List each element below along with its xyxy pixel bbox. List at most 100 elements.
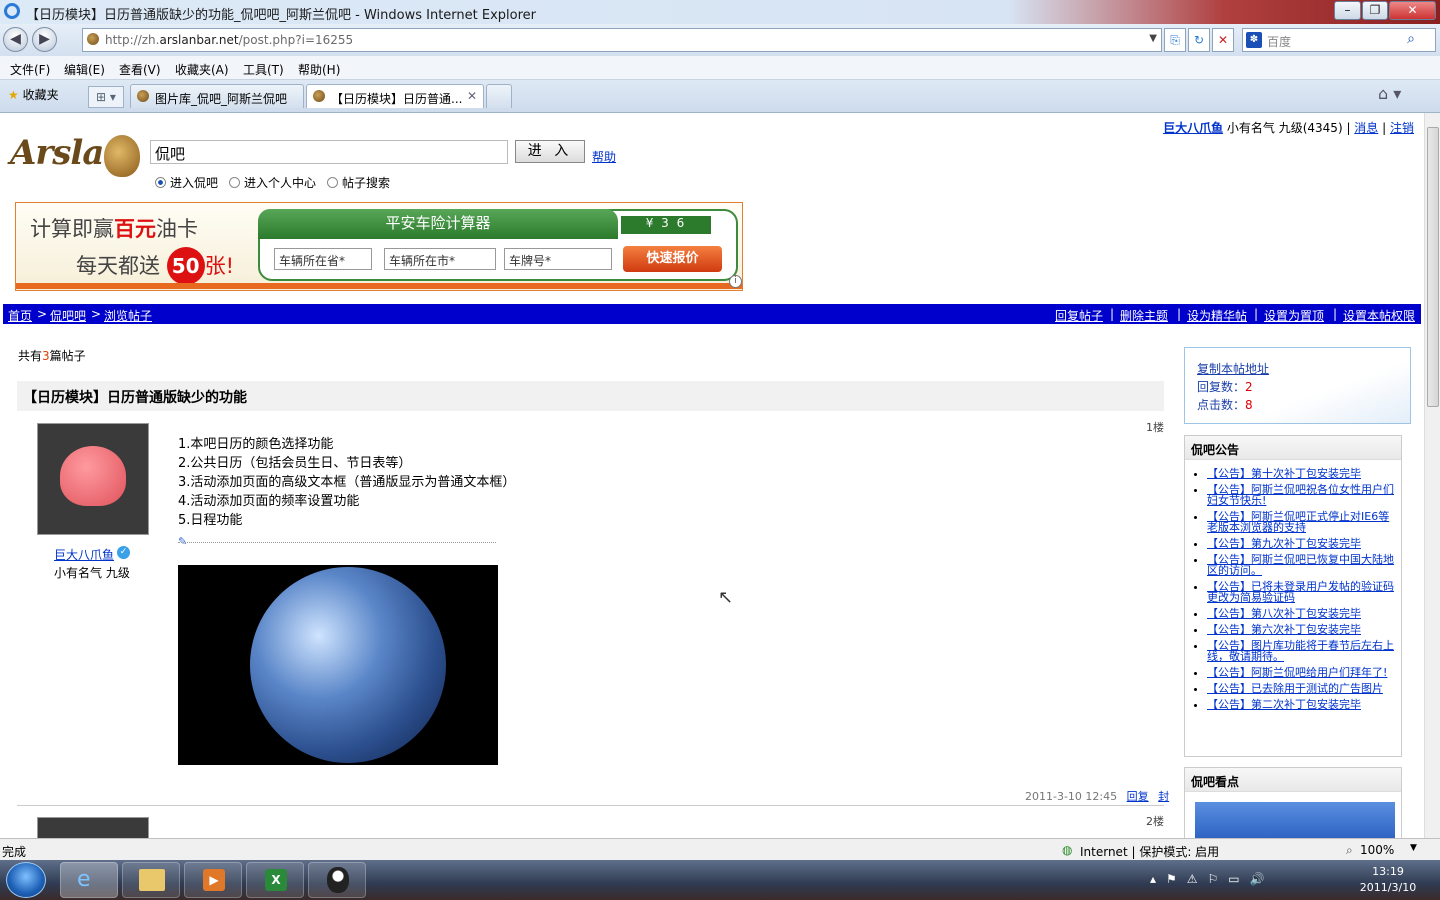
radio-post-search[interactable]: 帖子搜索 <box>327 174 390 191</box>
radio-icon <box>327 177 338 188</box>
title-bar: 【日历模块】日历普通版缺少的功能_侃吧吧_阿斯兰侃吧 - Windows Int… <box>0 0 1440 24</box>
radio-label: 帖子搜索 <box>342 176 391 190</box>
home-icon[interactable]: ⌂ ▾ <box>1378 84 1401 103</box>
close-tab-icon[interactable]: ✕ <box>467 89 477 103</box>
search-box[interactable]: ✽ 百度 ⌕ <box>1242 28 1436 52</box>
notice-link[interactable]: 【公告】已将未登录用户发帖的验证码更改为简易验证码 <box>1207 580 1394 604</box>
ban-link[interactable]: 封 <box>1158 790 1169 803</box>
post-meta: 2011-3-10 12:45 回复 封 <box>1025 788 1169 804</box>
crumb-bar[interactable]: 侃吧吧 <box>50 307 86 324</box>
address-dropdown-icon[interactable]: ▼ <box>1149 33 1157 44</box>
taskbar-excel[interactable]: X <box>246 862 304 898</box>
menu-view[interactable]: 查看(V) <box>119 61 161 78</box>
bar-search-input[interactable]: 侃吧 <box>150 140 508 164</box>
reply-post-link[interactable]: 回复帖子 <box>1055 307 1103 324</box>
avatar[interactable] <box>37 817 149 838</box>
reply-link[interactable]: 回复 <box>1127 790 1149 803</box>
close-window-button[interactable]: ✕ <box>1389 1 1436 20</box>
scrollbar-thumb[interactable] <box>1427 127 1439 407</box>
enter-button[interactable]: 进 入 <box>515 140 585 163</box>
folder-icon <box>139 869 165 891</box>
refresh-icon[interactable]: ↻ <box>1188 28 1210 52</box>
notice-link[interactable]: 【公告】阿斯兰侃吧给用户们拜年了! <box>1207 666 1387 679</box>
start-button[interactable] <box>6 862 46 898</box>
quick-tabs-icon[interactable]: ⊞ ▾ <box>88 86 124 108</box>
ad-quote-button[interactable]: 快速报价 <box>623 246 722 272</box>
taskbar-media[interactable]: ▶ <box>184 862 242 898</box>
ad-banner[interactable]: 计算即赢百元油卡 每天都送 50 张! 平安车险计算器 ¥ 3 6 车辆所在省* … <box>15 202 743 291</box>
post-permissions-link[interactable]: 设置本帖权限 <box>1343 307 1415 324</box>
logout-link[interactable]: 注销 <box>1390 121 1414 135</box>
notice-link[interactable]: 【公告】阿斯兰侃吧已恢复中国大陆地区的访问。 <box>1207 553 1394 577</box>
crumb-separator: | <box>1254 307 1259 321</box>
notice-link[interactable]: 【公告】第六次补丁包安装完毕 <box>1207 623 1361 636</box>
set-featured-link[interactable]: 设为精华帖 <box>1187 307 1247 324</box>
ad-line1: 计算即赢百元油卡 <box>30 217 198 241</box>
baidu-icon: ✽ <box>1246 32 1262 48</box>
favorites-button[interactable]: ★ 收藏夹 <box>8 86 59 103</box>
menu-edit[interactable]: 编辑(E) <box>64 61 105 78</box>
notice-link[interactable]: 【公告】第十次补丁包安装完毕 <box>1207 467 1361 480</box>
notice-item: 【公告】阿斯兰侃吧已恢复中国大陆地区的访问。 <box>1207 554 1395 576</box>
set-sticky-link[interactable]: 设置为置顶 <box>1264 307 1324 324</box>
maximize-button[interactable]: ❐ <box>1362 1 1388 20</box>
taskbar-explorer[interactable] <box>122 862 180 898</box>
notice-list: 【公告】第十次补丁包安装完毕 【公告】阿斯兰侃吧祝各位女性用户们妇女节快乐! 【… <box>1195 468 1395 715</box>
new-tab-button[interactable] <box>486 84 512 108</box>
stop-icon[interactable]: ✕ <box>1212 28 1234 52</box>
avatar[interactable] <box>37 423 149 535</box>
menu-tools[interactable]: 工具(T) <box>243 61 284 78</box>
radio-personal-center[interactable]: 进入个人中心 <box>229 174 316 191</box>
compat-view-icon[interactable]: ⎘ <box>1164 28 1186 52</box>
octopus-avatar-icon <box>60 446 126 506</box>
address-bar[interactable]: http://zh.arslanbar.net/post.php?i=16255… <box>82 28 1162 52</box>
vertical-scrollbar[interactable] <box>1424 113 1440 838</box>
notice-link[interactable]: 【公告】阿斯兰侃吧正式停止对IE6等老版本浏览器的支持 <box>1207 510 1389 534</box>
messages-link[interactable]: 消息 <box>1354 121 1378 135</box>
tab-current[interactable]: 【日历模块】日历普通... ✕ <box>306 84 484 108</box>
taskbar-qq[interactable] <box>308 862 366 898</box>
zone-text[interactable]: Internet | 保护模式: 启用 <box>1080 843 1219 860</box>
post-count: 共有3篇帖子 <box>18 349 86 363</box>
system-tray-icons[interactable]: ▴⚑⚠⚐▭🔊 <box>1150 872 1275 886</box>
ad-province-select[interactable]: 车辆所在省* <box>274 248 372 270</box>
zoom-dropdown-icon[interactable]: ▼ <box>1410 843 1417 853</box>
notice-link[interactable]: 【公告】第八次补丁包安装完毕 <box>1207 607 1361 620</box>
notice-link[interactable]: 【公告】已去除用于测试的广告图片 <box>1207 682 1383 695</box>
notice-link[interactable]: 【公告】阿斯兰侃吧祝各位女性用户们妇女节快乐! <box>1207 483 1394 507</box>
ganji-ad-image[interactable] <box>1195 802 1395 838</box>
taskbar-ie[interactable]: e <box>60 862 118 898</box>
notice-panel: 侃吧公告 【公告】第十次补丁包安装完毕 【公告】阿斯兰侃吧祝各位女性用户们妇女节… <box>1184 435 1402 757</box>
ad-info-icon[interactable]: i <box>729 275 742 288</box>
search-icon[interactable]: ⌕ <box>1407 31 1415 47</box>
notice-link[interactable]: 【公告】第九次补丁包安装完毕 <box>1207 537 1361 550</box>
post-time: 2011-3-10 12:45 <box>1025 790 1118 803</box>
back-button[interactable]: ◀ <box>3 27 28 52</box>
ad-city-select[interactable]: 车辆所在市* <box>384 248 496 270</box>
hot-panel: 侃吧看点 <box>1184 767 1402 838</box>
content-line: 3.活动添加页面的高级文本框（普通版显示为普通文本框） <box>178 475 516 490</box>
delete-topic-link[interactable]: 删除主题 <box>1120 307 1168 324</box>
menu-favorites[interactable]: 收藏夹(A) <box>175 61 229 78</box>
site-favicon-icon <box>87 33 99 45</box>
zoom-level[interactable]: 100% <box>1360 843 1394 857</box>
author-link[interactable]: 巨大八爪鱼 <box>54 546 114 563</box>
copy-link[interactable]: 复制本帖地址 <box>1197 360 1269 377</box>
crumb-separator: > <box>37 307 48 321</box>
notice-link[interactable]: 【公告】图片库功能将于春节后左右上线，敬请期待。 <box>1207 639 1394 663</box>
help-link[interactable]: 帮助 <box>592 148 616 165</box>
crumb-current[interactable]: 浏览帖子 <box>104 307 152 324</box>
clock[interactable]: 13:19 2011/3/10 <box>1340 864 1436 896</box>
crumb-home[interactable]: 首页 <box>8 307 32 324</box>
radio-enter-bar[interactable]: 进入侃吧 <box>155 174 218 191</box>
menu-help[interactable]: 帮助(H) <box>298 61 340 78</box>
radio-label: 进入个人中心 <box>244 176 317 190</box>
menu-file[interactable]: 文件(F) <box>10 61 50 78</box>
notice-link[interactable]: 【公告】第二次补丁包安装完毕 <box>1207 698 1361 711</box>
ad-plate-input[interactable]: 车牌号* <box>504 248 612 270</box>
tab-label: 【日历模块】日历普通... <box>331 92 463 106</box>
tab-gallery[interactable]: 图片库_侃吧_阿斯兰侃吧 <box>130 84 304 108</box>
minimize-button[interactable]: – <box>1334 1 1361 20</box>
forward-button[interactable]: ▶ <box>32 27 57 52</box>
username-link[interactable]: 巨大八爪鱼 <box>1163 121 1223 135</box>
